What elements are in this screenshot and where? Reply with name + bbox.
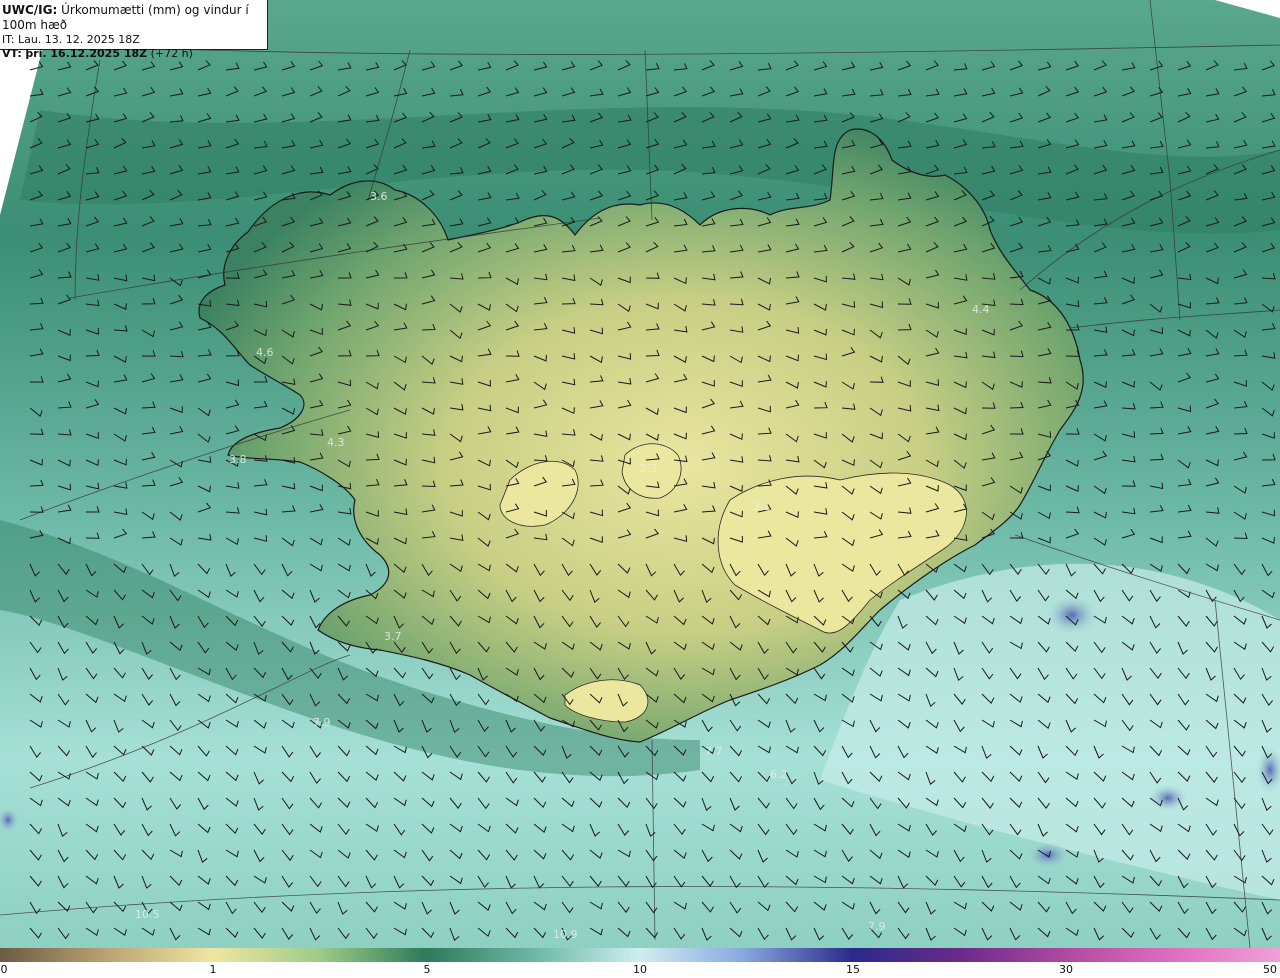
precip-value: 4.6	[256, 346, 274, 359]
colorbar-tick-label: 0	[0, 963, 8, 976]
forecast-info-box: UWC/IG: Úrkomumætti (mm) og vindur í 100…	[0, 0, 268, 60]
precip-value: 3.6	[370, 190, 388, 203]
lead-time: (+72 h)	[150, 47, 193, 60]
precip-spot	[1026, 841, 1070, 869]
valid-time: þri. 16.12.2025 18Z	[25, 47, 148, 60]
precip-value: 3.7	[384, 630, 402, 643]
precip-spot	[1148, 784, 1188, 812]
valid-time-prefix: VT:	[2, 47, 22, 60]
precip-spot	[1046, 595, 1098, 635]
colorbar-tick-label: 50	[1263, 963, 1277, 976]
precip-value: 7.7	[705, 745, 723, 758]
initial-time: IT: Lau. 13. 12. 2025 18Z	[2, 33, 140, 46]
colorbar-tick-label: 30	[1059, 963, 1073, 976]
precip-value: 6.2	[770, 768, 788, 781]
colorbar-tick-label: 10	[633, 963, 647, 976]
precip-value: 10.9	[553, 928, 578, 941]
precip-value: 10.5	[135, 908, 160, 921]
product-prefix: UWC/IG:	[2, 3, 58, 17]
precip-value: 3.1	[753, 500, 771, 513]
precip-value: 4.4	[972, 303, 990, 316]
precip-value: 2.3	[640, 462, 658, 475]
colorbar-tick-label: 15	[846, 963, 860, 976]
colorbar-tick-label: 5	[423, 963, 431, 976]
colorbar-tick-label: 1	[209, 963, 217, 976]
precip-value: 4.3	[327, 436, 345, 449]
forecast-map: 3.6 4.4 4.6 4.3 3.8 3.7 7.9 7.7 6.2 10.5…	[0, 0, 1280, 948]
precip-value: 3.8	[229, 453, 247, 466]
precip-value: 7.9	[313, 716, 331, 729]
colorbar-gradient	[0, 948, 1280, 962]
precip-value: 7.9	[868, 920, 886, 933]
